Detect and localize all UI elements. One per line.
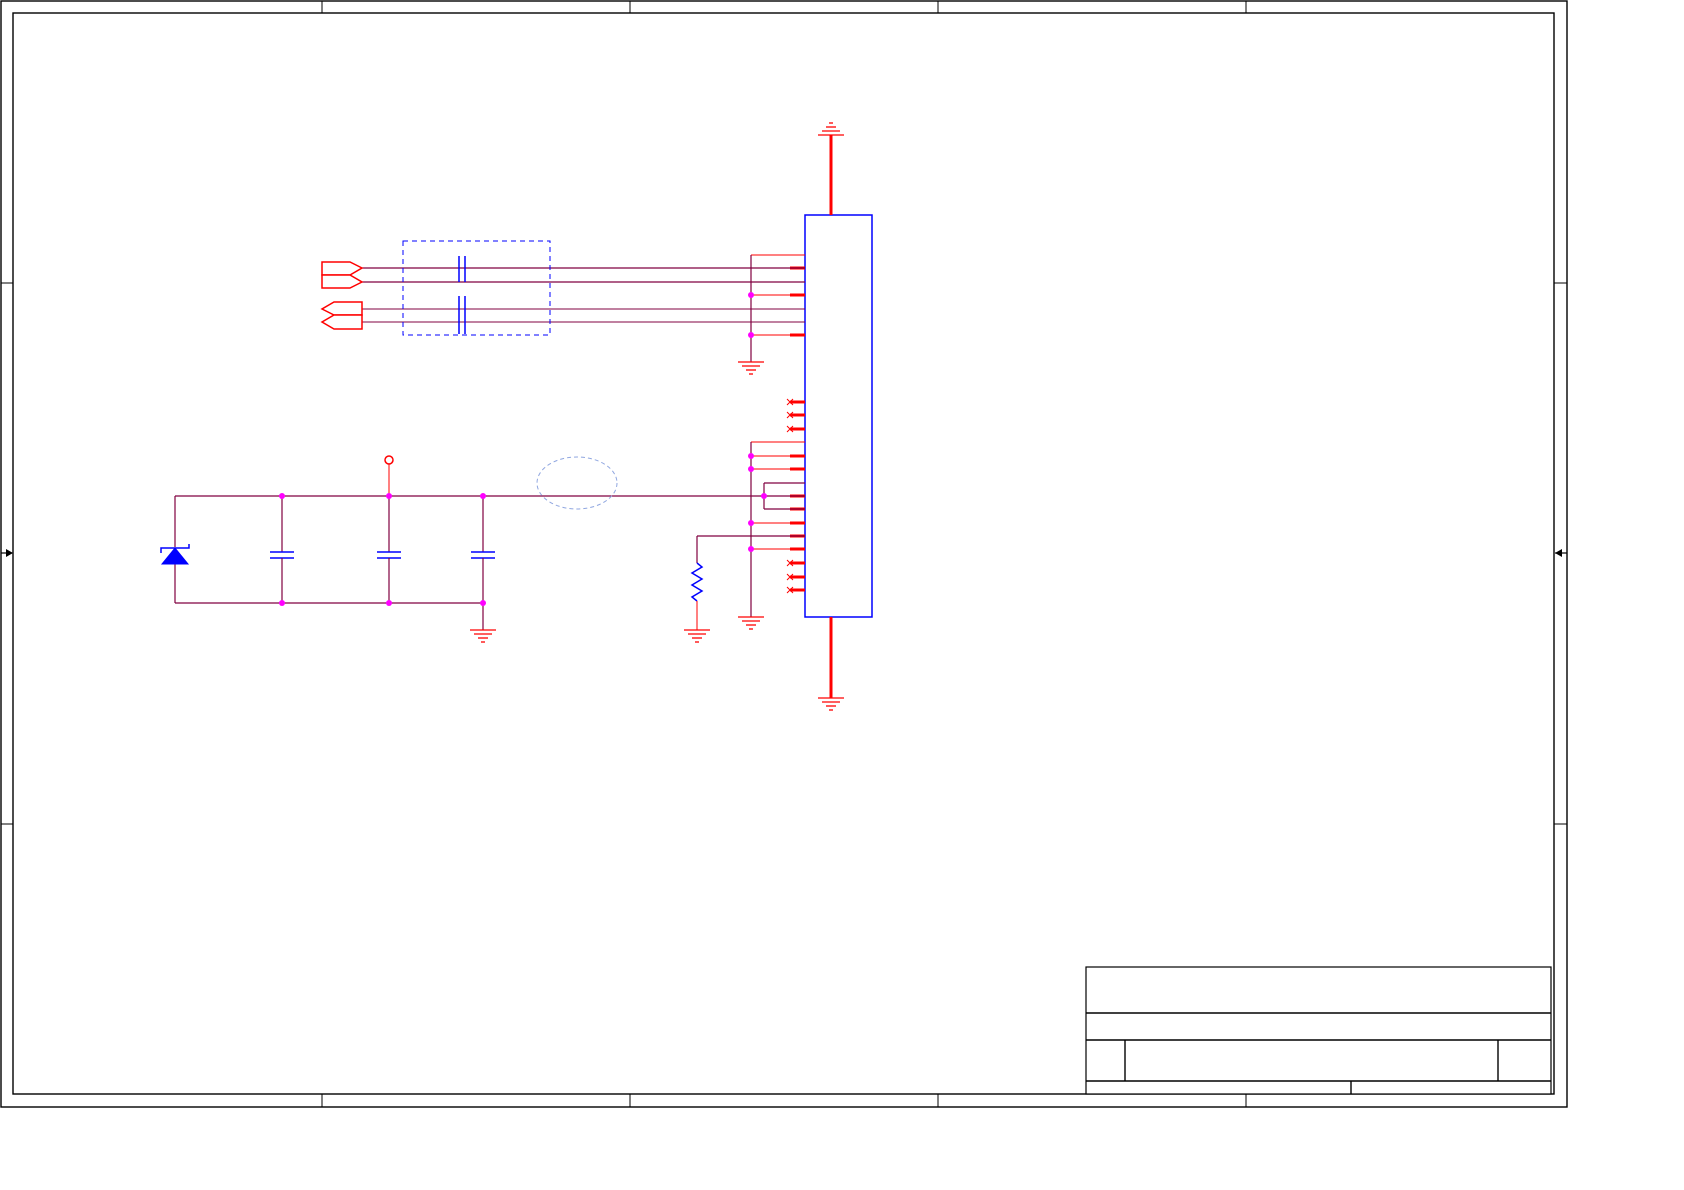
- title-block: [1085, 966, 1552, 1095]
- sheet-frame: [0, 0, 1568, 1108]
- bottom-ground-symbol: [818, 617, 844, 711]
- pulldown-resistor: [690, 536, 704, 630]
- junction-dots: [279, 292, 767, 606]
- coupling-cap-group-outline: [402, 240, 551, 336]
- upper-ground-symbol: [738, 361, 764, 375]
- top-ground-symbol: [818, 122, 844, 215]
- bypass-capacitor-2: [377, 496, 401, 603]
- center-arrow-left: [1, 549, 13, 557]
- signal-nets-upper: [362, 254, 805, 362]
- power-rail: [175, 441, 805, 617]
- schematic-canvas: [0, 0, 1568, 1108]
- power-ground-symbol: [470, 629, 496, 643]
- connector-body: [804, 214, 873, 618]
- coupling-capacitor-lower: [458, 296, 466, 334]
- resistor-ground-symbol: [684, 629, 710, 643]
- connector-lower-ground-symbol: [738, 616, 764, 630]
- connector-pin-stubs: [790, 266, 805, 592]
- center-arrow-right: [1555, 549, 1567, 557]
- bypass-capacitor-3: [471, 496, 495, 630]
- power-flag-symbol: [384, 455, 394, 496]
- net-annotation-ellipse: [536, 456, 618, 510]
- coupling-capacitor-upper: [458, 256, 466, 282]
- input-port-lower: [320, 301, 363, 330]
- tvs-diode-symbol: [160, 496, 190, 603]
- output-port-upper: [321, 261, 364, 289]
- bypass-capacitor-1: [270, 496, 294, 603]
